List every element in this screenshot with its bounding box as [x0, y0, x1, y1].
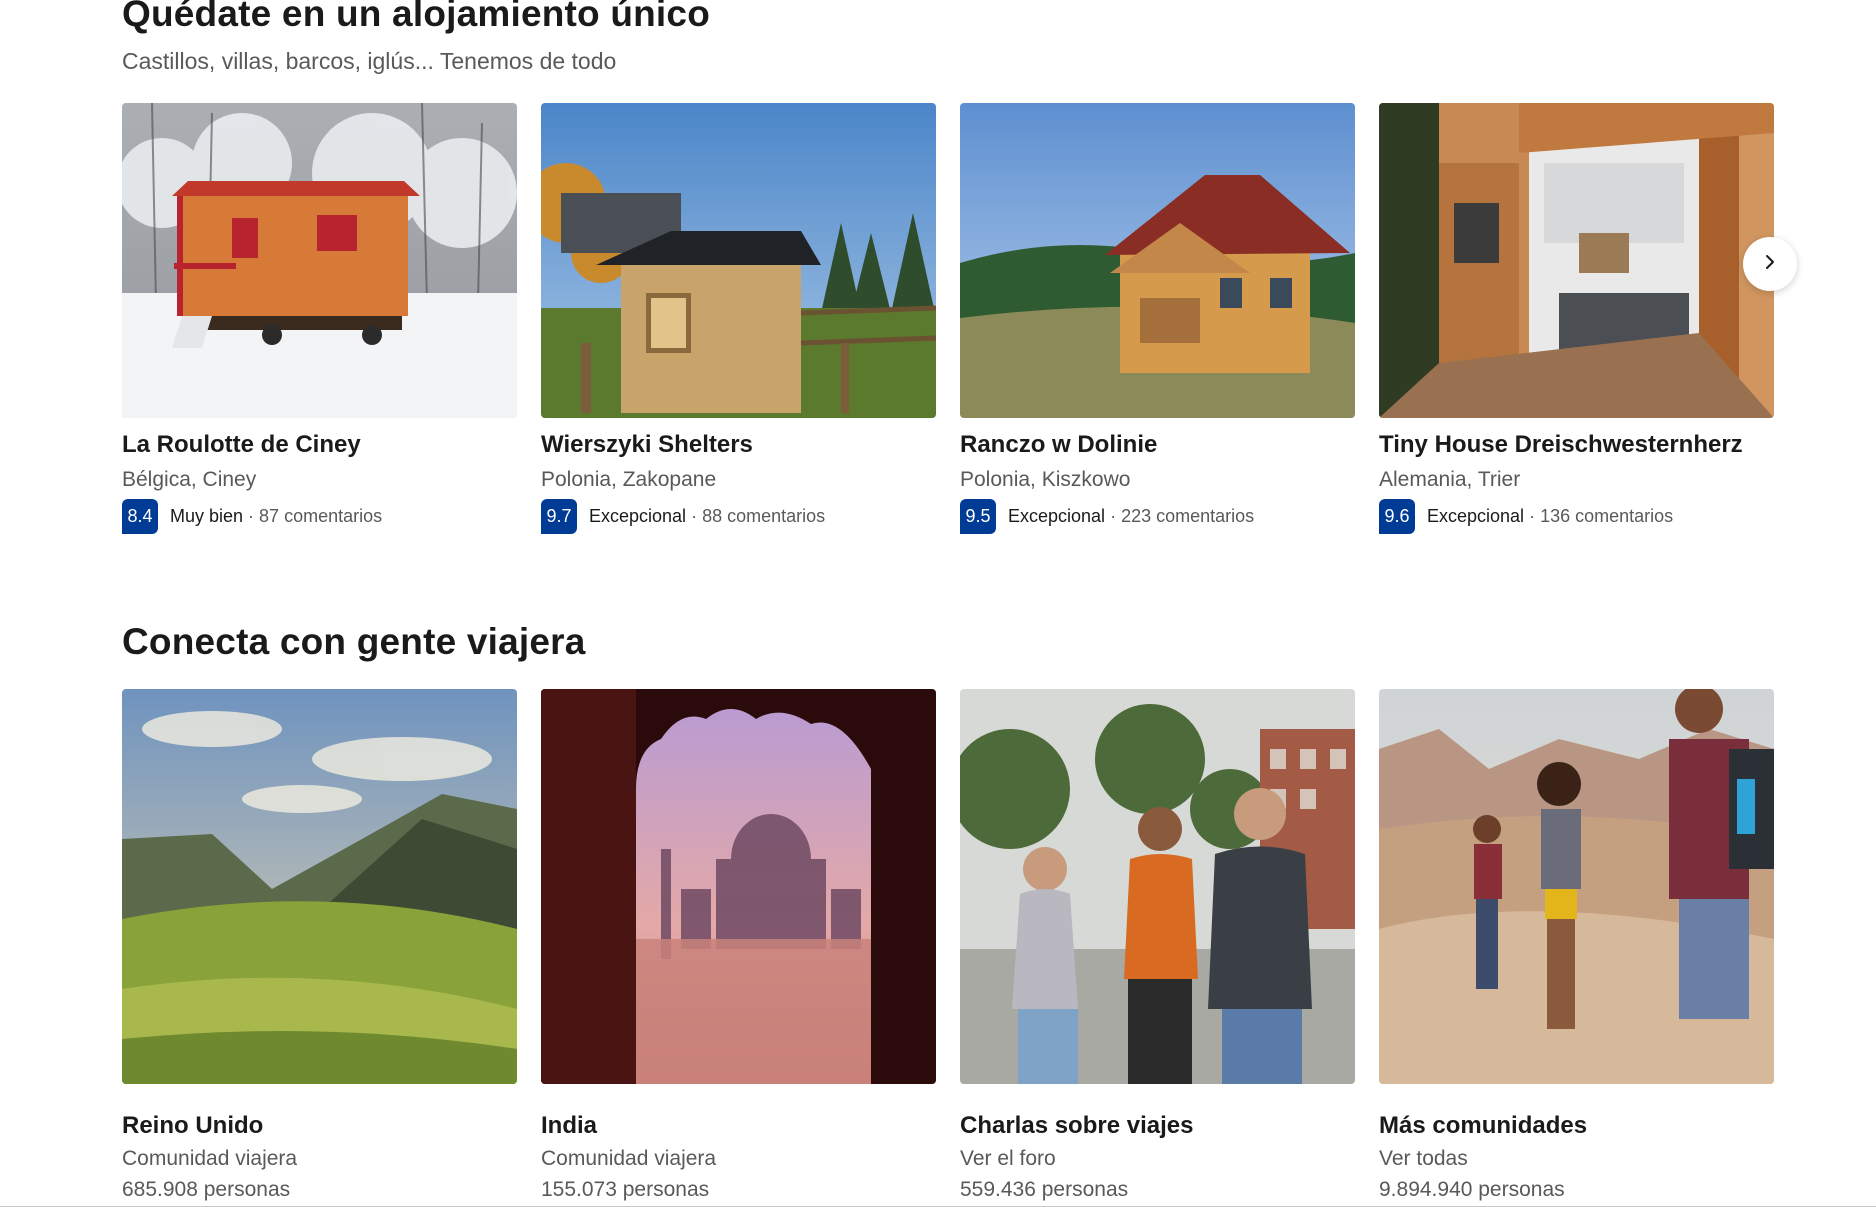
- property-location: Polonia, Zakopane: [541, 468, 717, 492]
- review-summary: 9.6 Excepcional · 136 comentarios: [1379, 499, 1774, 535]
- community-photo[interactable]: [541, 689, 936, 1084]
- unique-stays-title: Quédate en un alojamiento único: [122, 0, 710, 34]
- property-name[interactable]: La Roulotte de Ciney: [122, 429, 517, 460]
- property-card[interactable]: Wierszyki Shelters Polonia, Zakopane 9.7…: [541, 103, 936, 535]
- property-location: Bélgica, Ciney: [122, 468, 257, 492]
- community-member-count: 559.436 personas: [960, 1178, 1129, 1202]
- rating-separator: ·: [1110, 506, 1117, 527]
- review-summary: 8.4 Muy bien · 87 comentarios: [122, 499, 517, 535]
- review-word: Excepcional: [589, 506, 687, 527]
- community-name[interactable]: Más comunidades: [1379, 1110, 1774, 1141]
- community-card[interactable]: Más comunidades Ver todas 9.894.940 pers…: [1379, 689, 1774, 1202]
- review-word: Excepcional: [1008, 506, 1106, 527]
- property-photo[interactable]: [122, 103, 517, 418]
- review-word: Muy bien: [170, 506, 244, 527]
- community-name[interactable]: Charlas sobre viajes: [960, 1110, 1355, 1141]
- property-name[interactable]: Wierszyki Shelters: [541, 429, 936, 460]
- communities-list: Reino Unido Comunidad viajera 685.908 pe…: [122, 689, 1774, 1202]
- review-summary: 9.7 Excepcional · 88 comentarios: [541, 499, 936, 535]
- rating-separator: ·: [1529, 506, 1536, 527]
- community-photo[interactable]: [960, 689, 1355, 1084]
- community-card[interactable]: India Comunidad viajera 155.073 personas: [541, 689, 936, 1202]
- property-card[interactable]: Ranczo w Dolinie Polonia, Kiszkowo 9.5 E…: [960, 103, 1355, 535]
- chevron-right-icon: [1762, 254, 1778, 275]
- review-count: 87 comentarios: [259, 506, 383, 527]
- community-photo[interactable]: [1379, 689, 1774, 1084]
- property-name[interactable]: Ranczo w Dolinie: [960, 429, 1355, 460]
- review-score-badge: 9.5: [960, 499, 996, 535]
- property-card[interactable]: Tiny House Dreischwesternherz Alemania, …: [1379, 103, 1774, 535]
- property-photo[interactable]: [960, 103, 1355, 418]
- property-location: Alemania, Trier: [1379, 468, 1521, 492]
- review-summary: 9.5 Excepcional · 223 comentarios: [960, 499, 1355, 535]
- review-count: 88 comentarios: [702, 506, 826, 527]
- communities-title: Conecta con gente viajera: [122, 621, 586, 662]
- property-photo[interactable]: [1379, 103, 1774, 418]
- community-subtitle: Comunidad viajera: [122, 1147, 298, 1171]
- community-card[interactable]: Reino Unido Comunidad viajera 685.908 pe…: [122, 689, 517, 1202]
- rating-separator: ·: [248, 506, 255, 527]
- unique-stays-subtitle: Castillos, villas, barcos, iglús... Tene…: [122, 48, 617, 74]
- community-member-count: 685.908 personas: [122, 1178, 291, 1202]
- community-subtitle: Ver el foro: [960, 1147, 1056, 1171]
- rating-separator: ·: [691, 506, 698, 527]
- property-photo[interactable]: [541, 103, 936, 418]
- community-name[interactable]: India: [541, 1110, 936, 1141]
- review-count: 223 comentarios: [1121, 506, 1255, 527]
- review-score-badge: 9.6: [1379, 499, 1415, 535]
- carousel-next-button[interactable]: [1743, 237, 1797, 291]
- property-name[interactable]: Tiny House Dreischwesternherz: [1379, 429, 1774, 460]
- community-photo[interactable]: [122, 689, 517, 1084]
- review-score-badge: 9.7: [541, 499, 577, 535]
- unique-stays-carousel: La Roulotte de Ciney Bélgica, Ciney 8.4 …: [122, 103, 1774, 535]
- community-name[interactable]: Reino Unido: [122, 1110, 517, 1141]
- community-member-count: 9.894.940 personas: [1379, 1178, 1565, 1202]
- property-location: Polonia, Kiszkowo: [960, 468, 1131, 492]
- property-card[interactable]: La Roulotte de Ciney Bélgica, Ciney 8.4 …: [122, 103, 517, 535]
- review-count: 136 comentarios: [1540, 506, 1674, 527]
- review-score-badge: 8.4: [122, 499, 158, 535]
- community-card[interactable]: Charlas sobre viajes Ver el foro 559.436…: [960, 689, 1355, 1202]
- community-member-count: 155.073 personas: [541, 1178, 710, 1202]
- community-subtitle: Ver todas: [1379, 1147, 1468, 1171]
- community-subtitle: Comunidad viajera: [541, 1147, 717, 1171]
- review-word: Excepcional: [1427, 506, 1525, 527]
